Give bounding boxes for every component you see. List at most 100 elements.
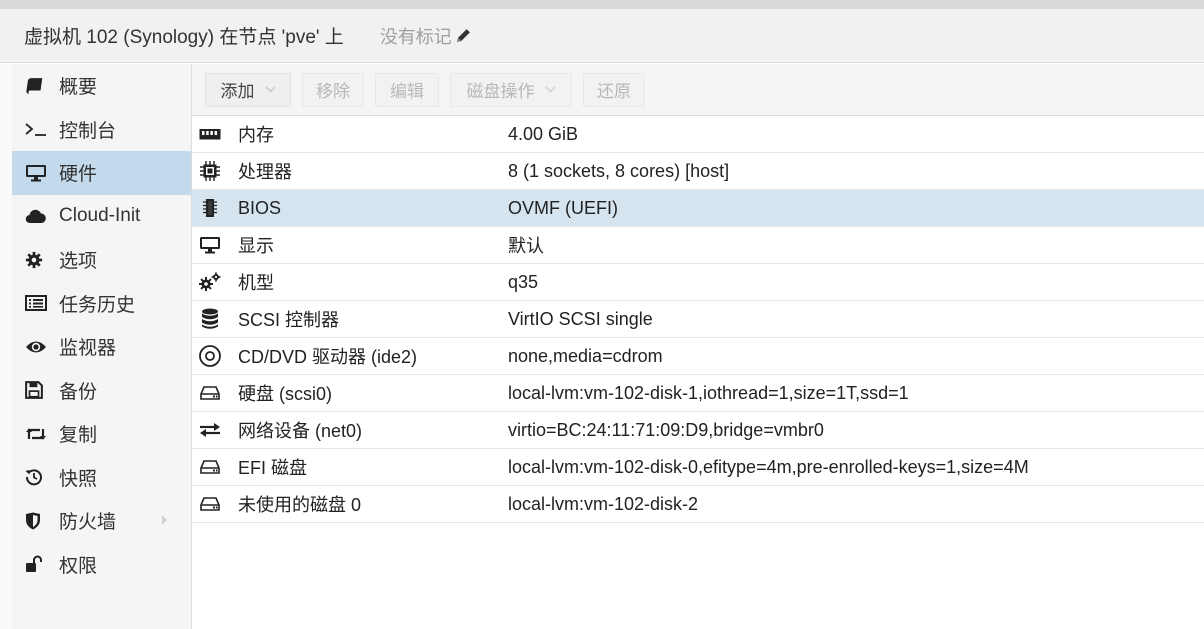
sidebar-item-cloud-init[interactable]: Cloud-Init: [12, 195, 191, 239]
microchip-icon: [199, 198, 221, 218]
row-value: q35: [508, 271, 539, 292]
sidebar-item-permissions[interactable]: 权限: [12, 543, 191, 587]
row-value: OVMF (UEFI): [508, 197, 618, 218]
table-row[interactable]: CD/DVD 驱动器 (ide2) none,media=cdrom: [192, 338, 1204, 375]
table-row[interactable]: 硬盘 (scsi0) local-lvm:vm-102-disk-1,iothr…: [192, 375, 1204, 412]
row-name: BIOS: [238, 197, 282, 218]
hdd-icon: [199, 496, 221, 512]
disk-action-button-label: 磁盘操作: [466, 82, 535, 101]
row-name: 处理器: [238, 162, 292, 182]
sidebar-item-label: 监视器: [59, 338, 117, 360]
row-value: none,media=cdrom: [508, 345, 663, 366]
chevron-down-icon: [545, 86, 556, 93]
tags-area[interactable]: 没有标记: [380, 23, 472, 49]
sidebar-item-label: 复制: [59, 425, 98, 447]
cpu-icon: [199, 161, 221, 181]
disk-action-button[interactable]: 磁盘操作: [450, 72, 572, 107]
sidebar-item-summary[interactable]: 概要: [12, 64, 191, 108]
left-gutter: [0, 64, 12, 629]
top-strip: [0, 0, 1204, 9]
hardware-panel: 添加 移除 编辑 磁盘操作 还原 内存 4.00 GiB 处理器 8 (1 so…: [192, 64, 1204, 629]
chevron-down-icon: [265, 86, 276, 93]
terminal-icon: [25, 121, 47, 137]
row-name: 机型: [238, 273, 274, 293]
row-value: 4.00 GiB: [508, 123, 579, 144]
eye-icon: [25, 339, 47, 355]
list-icon: [25, 295, 47, 312]
sidebar-item-label: 备份: [59, 381, 98, 403]
cdrom-icon: [199, 345, 221, 367]
page-title: 虚拟机 102 (Synology) 在节点 'pve' 上: [24, 27, 344, 48]
sidebar-item-label: Cloud-Init: [59, 205, 141, 227]
revert-button-label: 还原: [597, 82, 631, 101]
sidebar-item-firewall[interactable]: 防火墙: [12, 499, 191, 543]
sidebar-item-monitor[interactable]: 监视器: [12, 325, 191, 369]
tags-label: 没有标记: [379, 26, 452, 47]
sidebar-item-console[interactable]: 控制台: [12, 108, 191, 152]
cloud-icon: [25, 208, 47, 224]
row-value: local-lvm:vm-102-disk-2: [508, 493, 699, 514]
table-row[interactable]: 显示 默认: [192, 227, 1204, 264]
add-button-label: 添加: [220, 82, 255, 101]
remove-button[interactable]: 移除: [302, 72, 364, 107]
hdd-icon: [199, 459, 221, 475]
row-value: local-lvm:vm-102-disk-1,iothread=1,size=…: [508, 382, 909, 403]
sidebar-item-label: 防火墙: [59, 512, 117, 534]
table-row[interactable]: BIOS OVMF (UEFI): [192, 190, 1204, 227]
row-name: 网络设备 (net0): [238, 421, 363, 441]
shield-icon: [25, 512, 47, 530]
table-row[interactable]: 机型 q35: [192, 264, 1204, 301]
remove-button-label: 移除: [316, 82, 350, 101]
sidebar-item-label: 快照: [59, 468, 98, 490]
revert-button[interactable]: 还原: [583, 72, 645, 107]
panel-header: 虚拟机 102 (Synology) 在节点 'pve' 上 没有标记: [0, 9, 1204, 63]
add-button[interactable]: 添加: [205, 72, 291, 107]
row-value: VirtIO SCSI single: [508, 308, 653, 329]
row-value: virtio=BC:24:11:71:09:D9,bridge=vmbr0: [508, 419, 824, 440]
row-value: 8 (1 sockets, 8 cores) [host]: [508, 160, 730, 181]
history-icon: [25, 468, 47, 486]
retweet-icon: [25, 426, 47, 442]
row-name: CD/DVD 驱动器 (ide2): [238, 347, 418, 367]
table-row[interactable]: EFI 磁盘 local-lvm:vm-102-disk-0,efitype=4…: [192, 449, 1204, 486]
desktop-icon: [25, 164, 47, 182]
table-row[interactable]: SCSI 控制器 VirtIO SCSI single: [192, 301, 1204, 338]
sidebar-item-backup[interactable]: 备份: [12, 369, 191, 413]
row-value: local-lvm:vm-102-disk-0,efitype=4m,pre-e…: [508, 456, 1029, 477]
gear-icon: [25, 251, 47, 269]
unlock-icon: [25, 555, 47, 573]
desktop-icon: [199, 236, 221, 254]
hardware-grid: 内存 4.00 GiB 处理器 8 (1 sockets, 8 cores) […: [192, 116, 1204, 523]
sidebar-item-label: 任务历史: [59, 294, 136, 316]
sidebar-item-task-history[interactable]: 任务历史: [12, 282, 191, 326]
sidebar-item-label: 选项: [59, 251, 98, 273]
chevron-right-icon[interactable]: [161, 510, 169, 532]
toolbar: 添加 移除 编辑 磁盘操作 还原: [192, 64, 1204, 116]
exchange-icon: [199, 422, 221, 438]
edit-button-label: 编辑: [390, 82, 424, 101]
row-name: 显示: [238, 236, 274, 256]
pencil-icon[interactable]: [455, 27, 472, 44]
row-name: 内存: [238, 125, 274, 145]
memory-icon: [199, 128, 221, 140]
table-row[interactable]: 处理器 8 (1 sockets, 8 cores) [host]: [192, 153, 1204, 190]
edit-button[interactable]: 编辑: [375, 72, 439, 107]
table-row[interactable]: 未使用的磁盘 0 local-lvm:vm-102-disk-2: [192, 486, 1204, 523]
floppy-icon: [25, 381, 47, 400]
sidebar-item-label: 控制台: [59, 120, 117, 142]
row-name: SCSI 控制器: [238, 310, 340, 330]
sidebar-item-label: 权限: [59, 555, 98, 577]
table-row[interactable]: 网络设备 (net0) virtio=BC:24:11:71:09:D9,bri…: [192, 412, 1204, 449]
hdd-icon: [199, 385, 221, 401]
sidebar-item-replication[interactable]: 复制: [12, 412, 191, 456]
book-icon: [25, 77, 47, 95]
row-name: 硬盘 (scsi0): [238, 384, 332, 404]
table-row[interactable]: 内存 4.00 GiB: [192, 116, 1204, 153]
sidebar-item-hardware[interactable]: 硬件: [12, 151, 191, 195]
sidebar-item-options[interactable]: 选项: [12, 238, 191, 282]
sidebar-item-label: 概要: [59, 77, 98, 99]
sidebar-item-label: 硬件: [59, 164, 98, 186]
sidebar-item-snapshots[interactable]: 快照: [12, 456, 191, 500]
row-name: 未使用的磁盘 0: [238, 495, 362, 515]
cogs-icon: [199, 272, 221, 292]
